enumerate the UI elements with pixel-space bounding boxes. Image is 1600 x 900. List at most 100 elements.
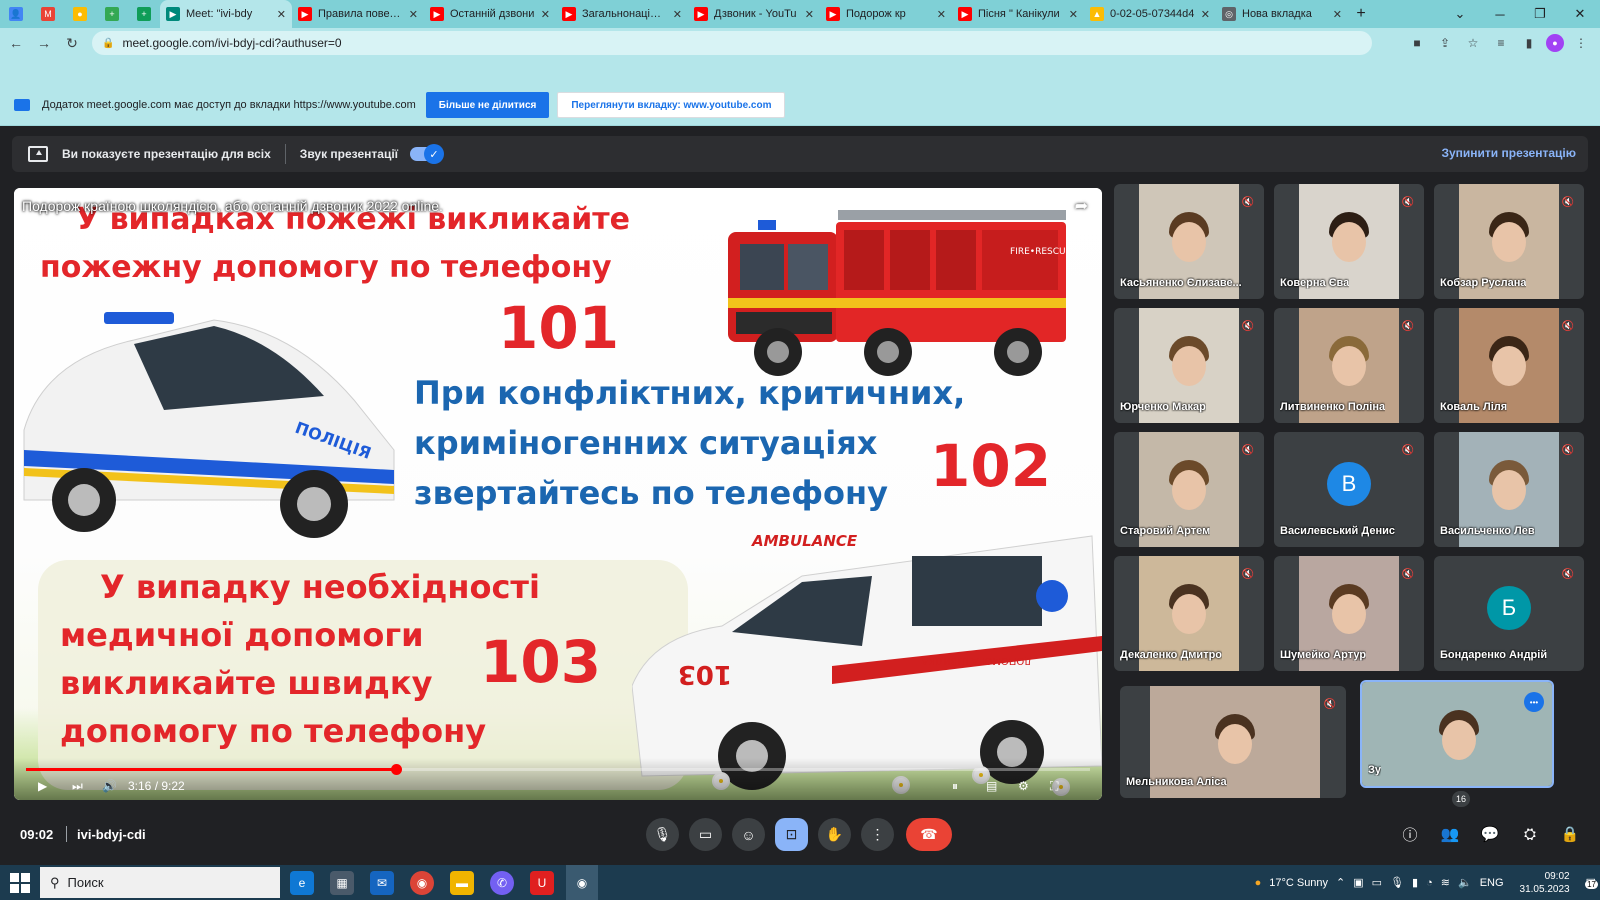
play-icon[interactable]: ▶ [38, 776, 47, 796]
pinned-tab[interactable]: + [128, 0, 160, 28]
people-icon[interactable]: 👥 [1438, 822, 1462, 846]
edge-icon[interactable]: e [290, 871, 314, 895]
raise-hand-button[interactable]: ✋ [818, 818, 851, 851]
file-explorer-icon[interactable]: ▬ [450, 871, 474, 895]
participant-tile[interactable]: Зу ••• [1360, 680, 1554, 788]
tab-close-icon[interactable]: ✕ [805, 8, 814, 21]
participant-tile[interactable]: Коваль Ліля 🔇 [1434, 308, 1584, 423]
host-controls-icon[interactable]: 🔒 [1558, 822, 1582, 846]
chrome-icon[interactable]: ◉ [410, 871, 434, 895]
browser-tab[interactable]: ▶ Правила поведін ✕ [292, 0, 424, 28]
participant-tile[interactable]: Б Бондаренко Андрій 🔇 [1434, 556, 1584, 671]
browser-tab[interactable]: ▶ Останній дзвони ✕ [424, 0, 556, 28]
volume-icon[interactable]: 🔊 [102, 776, 117, 796]
tab-close-icon[interactable]: ✕ [1201, 8, 1210, 21]
tab-close-icon[interactable]: ✕ [541, 8, 550, 21]
tab-search-icon[interactable]: ⌄ [1440, 0, 1480, 28]
close-window-icon[interactable]: ✕ [1560, 0, 1600, 28]
pinned-tab[interactable]: M [32, 0, 64, 28]
tab-close-icon[interactable]: ✕ [409, 8, 418, 21]
participant-tile[interactable]: Старовий Артем 🔇 [1114, 432, 1264, 547]
tab-close-icon[interactable]: ✕ [673, 8, 682, 21]
microphone-button[interactable]: 🎙 [646, 818, 679, 851]
view-tab-button[interactable]: Переглянути вкладку: www.youtube.com [557, 92, 786, 118]
tray-wifi-icon[interactable]: ≋ [1441, 876, 1450, 889]
tray-battery-icon[interactable]: ▮ [1412, 876, 1418, 889]
new-tab-button[interactable]: + [1348, 0, 1374, 28]
minimize-icon[interactable]: ─ [1480, 0, 1520, 28]
video-title[interactable]: Подорож країною школяндією, або останній… [22, 198, 443, 214]
participant-tile[interactable]: Шумейко Артур 🔇 [1274, 556, 1424, 671]
participant-tile[interactable]: Коверна Єва 🔇 [1274, 184, 1424, 299]
side-panel-icon[interactable]: ▮ [1518, 31, 1540, 55]
subtitles-icon[interactable]: ▤ [986, 776, 997, 796]
chat-icon[interactable]: 💬 [1478, 822, 1502, 846]
notifications-icon[interactable]: ▤17 [1585, 876, 1598, 889]
share-arrow-icon[interactable]: ➦ [1075, 196, 1088, 216]
pinned-tab[interactable]: ● [64, 0, 96, 28]
tray-mic-icon[interactable]: 🎙 [1390, 876, 1404, 889]
tab-close-icon[interactable]: ✕ [1069, 8, 1078, 21]
back-icon[interactable]: ← [4, 31, 28, 55]
participant-tile[interactable]: Кобзар Руслана 🔇 [1434, 184, 1584, 299]
pinned-tab[interactable]: + [96, 0, 128, 28]
activities-icon[interactable]: ⛭ [1518, 822, 1542, 846]
browser-menu-icon[interactable]: ⋮ [1570, 31, 1592, 55]
shared-video[interactable]: FIRE•RESCUE ПОЛІЦІЯ AMBULANCE ДОПОМОГА Ш… [14, 188, 1102, 800]
share-page-icon[interactable]: ⇪ [1434, 31, 1456, 55]
settings-icon[interactable]: ⚙ [1018, 776, 1029, 796]
stop-sharing-button[interactable]: Більше не ділитися [425, 92, 550, 118]
bookmark-star-icon[interactable]: ☆ [1462, 31, 1484, 55]
participant-tile[interactable]: Мельникова Аліса 🔇 [1120, 686, 1346, 798]
next-icon[interactable]: ⏭ [72, 776, 83, 796]
taskbar-search-field[interactable]: ⚲ Поиск [40, 867, 280, 898]
pinned-tab[interactable]: 👤 [0, 0, 32, 28]
reload-icon[interactable]: ↻ [60, 31, 84, 55]
windows-start-icon[interactable] [10, 873, 30, 893]
camera-icon[interactable]: ■ [1406, 31, 1428, 55]
tab-close-icon[interactable]: ✕ [937, 8, 946, 21]
participant-tile[interactable]: В Василевський Денис 🔇 [1274, 432, 1424, 547]
participant-tile[interactable]: Юрченко Макар 🔇 [1114, 308, 1264, 423]
browser-tab[interactable]: ◎ Нова вкладка ✕ [1216, 0, 1348, 28]
viber-icon[interactable]: ✆ [490, 871, 514, 895]
media-controls-icon[interactable]: ≡ [1490, 31, 1512, 55]
browser-tab[interactable]: ▶ Загальнонаціона ✕ [556, 0, 688, 28]
tray-volume-icon[interactable]: 🔈 [1458, 876, 1472, 889]
url-field[interactable]: 🔒 meet.google.com/ivi-bdyj-cdi?authuser=… [92, 31, 1372, 55]
participant-tile[interactable]: Касьяненко Єлизаве... 🔇 [1114, 184, 1264, 299]
browser-tab[interactable]: ▶ Пісня " Канікули ✕ [952, 0, 1084, 28]
participant-tile[interactable]: Литвиненко Поліна 🔇 [1274, 308, 1424, 423]
browser-tab[interactable]: ▲ 0-02-05-07344d4 ✕ [1084, 0, 1216, 28]
stop-presentation-button[interactable]: Зупинити презентацію [1441, 146, 1576, 160]
restore-icon[interactable]: ❐ [1520, 0, 1560, 28]
autoplay-icon[interactable]: ⏸ [952, 776, 958, 796]
keyboard-language[interactable]: ENG [1480, 877, 1504, 889]
tray-display-icon[interactable]: ▭ [1372, 876, 1382, 889]
tray-clock[interactable]: 09:02 31.05.2023 [1516, 870, 1574, 896]
browser-tab[interactable]: ▶ Подорож кр ✕ [820, 0, 952, 28]
store-icon[interactable]: ▦ [330, 871, 354, 895]
mail-icon[interactable]: ✉ [370, 871, 394, 895]
ultraviewer-icon[interactable]: U [530, 871, 554, 895]
weather-text[interactable]: 17°C Sunny [1269, 877, 1328, 889]
tray-app-icon[interactable]: ▣ [1353, 876, 1363, 889]
browser-tab[interactable]: ▶ Дзвоник - YouTu ✕ [688, 0, 820, 28]
tray-chevron-icon[interactable]: ⌃ [1336, 876, 1345, 889]
participant-tile[interactable]: Васильченко Лев 🔇 [1434, 432, 1584, 547]
fullscreen-icon[interactable]: ⛶ [1050, 776, 1058, 796]
video-progress-handle[interactable] [391, 764, 403, 775]
forward-icon[interactable]: → [32, 31, 56, 55]
more-options-button[interactable]: ⋮ [861, 818, 894, 851]
camera-button[interactable]: ▭ [689, 818, 722, 851]
browser-tab[interactable]: ▶ Meet: "ivi-bdy ✕ [160, 0, 292, 28]
presentation-audio-toggle[interactable]: ✓ [410, 144, 445, 164]
video-progress-bar[interactable] [26, 764, 1090, 775]
reactions-button[interactable]: ☺ [732, 818, 765, 851]
meeting-info-icon[interactable]: ⓘ [1398, 822, 1422, 846]
chrome-active-icon[interactable]: ◉ [566, 865, 598, 900]
end-call-button[interactable]: ☎ [906, 818, 952, 851]
present-now-button[interactable]: ⊡ [775, 818, 808, 851]
tab-close-icon[interactable]: ✕ [1333, 8, 1342, 21]
tray-network-icon[interactable]: ◔ [1426, 877, 1433, 889]
